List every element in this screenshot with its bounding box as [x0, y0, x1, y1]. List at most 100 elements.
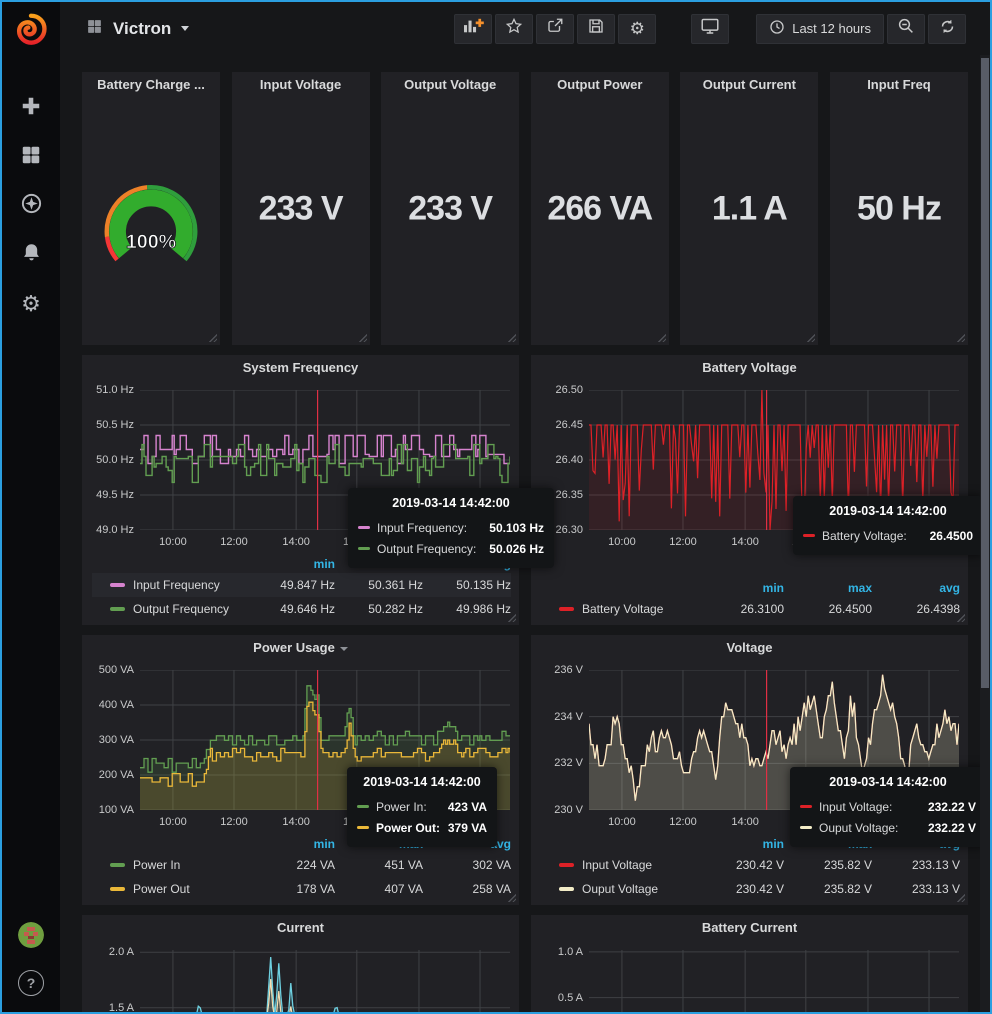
scrollbar-thumb[interactable]: [981, 58, 989, 688]
y-axis-label: 51.0 Hz: [82, 384, 134, 397]
legend-row[interactable]: Input Frequency49.847 Hz50.361 Hz50.135 …: [92, 573, 511, 597]
time-picker-button[interactable]: Last 12 hours: [756, 14, 884, 44]
series-Input Frequency: [140, 436, 510, 464]
legend-row[interactable]: Power In224 VA451 VA302 VA: [92, 853, 511, 877]
panel-title[interactable]: Output Voltage: [381, 72, 519, 98]
chevron-down-icon: [181, 26, 189, 31]
panel-title-text: Power Usage: [253, 640, 335, 655]
panel-title[interactable]: System Frequency: [82, 355, 519, 381]
tooltip-row: Output Frequency:50.026 Hz: [358, 538, 544, 559]
tv-mode-button[interactable]: [691, 14, 729, 44]
dashboards-icon: [20, 144, 42, 171]
panel-title[interactable]: Voltage: [531, 635, 968, 661]
y-axis-label: 50.0 Hz: [82, 454, 134, 467]
chart-plot[interactable]: [589, 950, 959, 1012]
top-navbar: Victron ⚙: [60, 2, 980, 55]
resize-handle[interactable]: [956, 893, 965, 902]
y-axis-label: 400 VA: [82, 699, 134, 712]
legend-value: 235.82 V: [784, 858, 872, 872]
panel-title[interactable]: Battery Voltage: [531, 355, 968, 381]
tooltip-series-label: Output Frequency:: [377, 542, 482, 556]
panel-title-text: Battery Voltage: [702, 360, 796, 375]
panel-title[interactable]: Input Freq: [830, 72, 968, 98]
legend-row[interactable]: Battery Voltage26.310026.450026.4398: [541, 597, 960, 621]
tooltip-series-value: 232.22 V: [928, 821, 976, 835]
panel-title[interactable]: Input Voltage: [232, 72, 370, 98]
legend-value: 26.4500: [784, 602, 872, 616]
panel-title[interactable]: Output Current: [680, 72, 818, 98]
refresh-button[interactable]: [928, 14, 966, 44]
dashboard-title: Victron: [113, 19, 171, 39]
tooltip-row: Power Out:379 VA: [357, 817, 487, 838]
chart-tooltip: 2019-03-14 14:42:00Battery Voltage:26.45…: [793, 496, 980, 555]
legend-row[interactable]: Input Voltage230.42 V235.82 V233.13 V: [541, 853, 960, 877]
panel-title[interactable]: Power Usage: [82, 635, 519, 661]
series-swatch: [110, 583, 125, 587]
resize-handle[interactable]: [956, 613, 965, 622]
sidebar-item-explore[interactable]: [13, 193, 49, 219]
panel-menu-caret-icon: [340, 647, 348, 651]
series-current: [140, 979, 510, 1012]
resize-handle[interactable]: [657, 333, 666, 342]
y-axis-label: 100 VA: [82, 804, 134, 817]
sidebar-item-create[interactable]: [13, 95, 49, 121]
stat-value: 50 Hz: [830, 189, 968, 228]
stat-value: 266 VA: [531, 189, 669, 228]
legend-header-min[interactable]: min: [247, 557, 335, 571]
dashboard-nav[interactable]: Victron: [86, 18, 189, 40]
resize-handle[interactable]: [208, 333, 217, 342]
star-button[interactable]: [495, 14, 533, 44]
gear-icon: ⚙: [630, 20, 645, 37]
share-button[interactable]: [536, 14, 574, 44]
tooltip-row: Power In:423 VA: [357, 796, 487, 817]
stats-row: Battery Charge ... 100% Input Voltage 23…: [82, 72, 968, 345]
tooltip-row: Ouput Voltage:232.22 V: [800, 817, 976, 838]
panel-title[interactable]: Output Power: [531, 72, 669, 98]
chart-plot[interactable]: [140, 950, 510, 1012]
panel-title[interactable]: Battery Current: [531, 915, 968, 941]
sidebar-item-alerting[interactable]: [13, 242, 49, 268]
legend-row[interactable]: Ouput Voltage230.42 V235.82 V233.13 V: [541, 877, 960, 901]
legend-row[interactable]: Power Out178 VA407 VA258 VA: [92, 877, 511, 901]
resize-handle[interactable]: [956, 333, 965, 342]
user-avatar[interactable]: [18, 922, 44, 948]
tooltip-series-value: 50.103 Hz: [489, 521, 544, 535]
legend-value: 451 VA: [335, 858, 423, 872]
dashboard-grid-icon: [86, 18, 103, 40]
legend-header-min[interactable]: min: [696, 581, 784, 595]
chart-tooltip: 2019-03-14 14:42:00Input Frequency:50.10…: [348, 488, 554, 568]
tooltip-timestamp: 2019-03-14 14:42:00: [803, 504, 973, 518]
y-axis-label: 50.5 Hz: [82, 419, 134, 432]
save-button[interactable]: [577, 14, 615, 44]
resize-handle[interactable]: [507, 333, 516, 342]
sidebar-item-configuration[interactable]: ⚙: [13, 291, 49, 317]
x-axis-label: 10:00: [151, 816, 195, 828]
resize-handle[interactable]: [507, 893, 516, 902]
legend-row[interactable]: Output Frequency49.646 Hz50.282 Hz49.986…: [92, 597, 511, 621]
panel-title[interactable]: Current: [82, 915, 519, 941]
series-swatch: [357, 826, 369, 829]
legend-header-max[interactable]: max: [784, 581, 872, 595]
legend-header-avg[interactable]: avg: [872, 581, 960, 595]
zoom-out-button[interactable]: [887, 14, 925, 44]
legend-header-min[interactable]: min: [696, 837, 784, 851]
grafana-logo-icon[interactable]: [10, 9, 52, 51]
legend-value: 407 VA: [335, 882, 423, 896]
y-axis-label: 49.0 Hz: [82, 524, 134, 537]
gear-icon: ⚙: [21, 293, 41, 315]
panel-title[interactable]: Battery Charge ...: [82, 72, 220, 98]
stat-value: 233 V: [381, 189, 519, 228]
x-axis-label: 14:00: [274, 536, 318, 548]
sidebar-item-dashboards[interactable]: [13, 144, 49, 170]
help-icon[interactable]: ?: [18, 970, 44, 996]
resize-handle[interactable]: [507, 613, 516, 622]
legend-series-name: Input Voltage: [582, 858, 696, 872]
legend-series-name: Power In: [133, 858, 247, 872]
legend-header-min[interactable]: min: [247, 837, 335, 851]
add-panel-button[interactable]: [454, 14, 492, 44]
panel-settings-button[interactable]: ⚙: [618, 14, 656, 44]
series-swatch: [358, 526, 370, 529]
legend-value: 50.282 Hz: [335, 602, 423, 616]
resize-handle[interactable]: [806, 333, 815, 342]
resize-handle[interactable]: [358, 333, 367, 342]
